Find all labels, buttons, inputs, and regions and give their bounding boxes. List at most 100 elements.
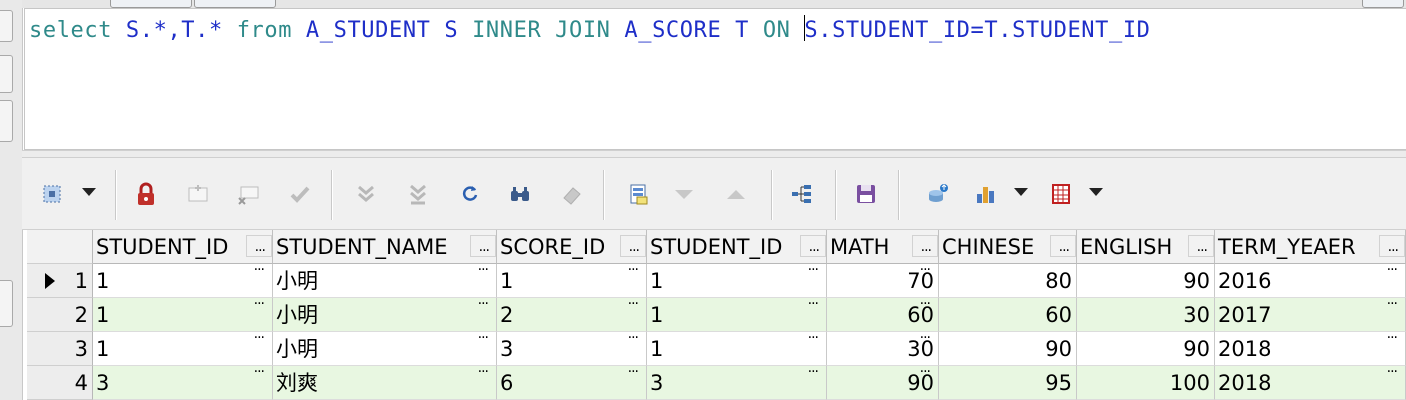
cell-ellipsis-button[interactable]: ... <box>920 332 931 344</box>
post-edits-icon[interactable] <box>286 180 314 208</box>
table-cell[interactable]: 小明... <box>273 332 497 366</box>
column-filter-button[interactable]: ... <box>1050 235 1076 257</box>
find-icon[interactable] <box>506 180 534 208</box>
table-cell[interactable]: 1... <box>647 298 827 332</box>
cell-ellipsis-button[interactable]: ... <box>478 298 489 310</box>
chevron-down-icon[interactable] <box>82 188 96 196</box>
table-cell[interactable]: 1... <box>93 264 273 298</box>
table-cell[interactable]: 60... <box>827 298 939 332</box>
table-cell[interactable]: 2018... <box>1215 366 1406 400</box>
table-cell[interactable]: 1... <box>93 332 273 366</box>
table-cell[interactable]: 30 <box>1077 298 1215 332</box>
table-cell[interactable]: 1... <box>93 298 273 332</box>
column-filter-button[interactable]: ... <box>246 235 272 257</box>
cell-ellipsis-button[interactable]: ... <box>628 264 639 276</box>
tab-partial[interactable] <box>194 0 276 8</box>
column-header[interactable]: STUDENT_ID... <box>647 230 827 264</box>
cell-ellipsis-button[interactable]: ... <box>254 298 265 310</box>
row-header[interactable]: 3 <box>27 332 93 366</box>
cell-ellipsis-button[interactable]: ... <box>628 366 639 378</box>
query-by-example-icon[interactable] <box>625 180 653 208</box>
column-filter-button[interactable]: ... <box>470 235 496 257</box>
table-cell[interactable]: 90... <box>827 366 939 400</box>
table-cell[interactable]: 6... <box>497 366 647 400</box>
chevron-down-icon[interactable] <box>1014 188 1028 196</box>
table-cell[interactable]: 30... <box>827 332 939 366</box>
cell-ellipsis-button[interactable]: ... <box>1387 298 1398 310</box>
column-filter-button[interactable]: ... <box>1188 235 1214 257</box>
grid-corner[interactable] <box>27 230 93 264</box>
cell-ellipsis-button[interactable]: ... <box>1387 366 1398 378</box>
sql-editor[interactable]: select S.*,T.* from A_STUDENT S INNER JO… <box>24 8 1406 150</box>
next-record-icon[interactable] <box>670 180 698 208</box>
cell-ellipsis-button[interactable]: ... <box>254 264 265 276</box>
cell-ellipsis-button[interactable]: ... <box>1387 264 1398 276</box>
table-cell[interactable]: 95 <box>939 366 1077 400</box>
table-cell[interactable]: 60 <box>939 298 1077 332</box>
refresh-icon[interactable] <box>456 180 484 208</box>
table-cell[interactable]: 刘爽... <box>273 366 497 400</box>
cell-ellipsis-button[interactable]: ... <box>628 298 639 310</box>
table-cell[interactable]: 100 <box>1077 366 1215 400</box>
table-cell[interactable]: 2018... <box>1215 332 1406 366</box>
table-cell[interactable]: 小明... <box>273 298 497 332</box>
table-cell[interactable]: 70... <box>827 264 939 298</box>
table-cell[interactable]: 2017... <box>1215 298 1406 332</box>
cell-ellipsis-button[interactable]: ... <box>254 332 265 344</box>
cell-ellipsis-button[interactable]: ... <box>1387 332 1398 344</box>
side-button[interactable] <box>0 55 13 93</box>
column-header[interactable]: STUDENT_ID... <box>93 230 273 264</box>
side-button[interactable] <box>0 100 13 142</box>
row-header[interactable]: 2 <box>27 298 93 332</box>
cell-ellipsis-button[interactable]: ... <box>628 332 639 344</box>
column-header[interactable]: ENGLISH... <box>1077 230 1215 264</box>
table-cell[interactable]: 小明... <box>273 264 497 298</box>
tree-view-icon[interactable] <box>788 180 816 208</box>
cell-ellipsis-button[interactable]: ... <box>478 332 489 344</box>
chart-icon[interactable] <box>972 180 1000 208</box>
previous-record-icon[interactable] <box>722 180 750 208</box>
grid-options-icon[interactable] <box>1047 180 1075 208</box>
cell-ellipsis-button[interactable]: ... <box>808 332 819 344</box>
column-header[interactable]: CHINESE... <box>939 230 1077 264</box>
column-header[interactable]: SCORE_ID... <box>497 230 647 264</box>
first-record-icon[interactable] <box>352 180 380 208</box>
side-button[interactable] <box>0 280 13 327</box>
column-header[interactable]: TERM_YEAER... <box>1215 230 1406 264</box>
cell-ellipsis-button[interactable]: ... <box>478 366 489 378</box>
chevron-down-icon[interactable] <box>1089 188 1103 196</box>
column-header[interactable]: MATH... <box>827 230 939 264</box>
table-cell[interactable]: 90 <box>1077 264 1215 298</box>
table-cell[interactable]: 3... <box>647 366 827 400</box>
cell-ellipsis-button[interactable]: ... <box>808 366 819 378</box>
export-icon[interactable] <box>924 180 952 208</box>
clear-icon[interactable] <box>558 180 586 208</box>
delete-record-icon[interactable] <box>234 180 262 208</box>
cell-ellipsis-button[interactable]: ... <box>920 264 931 276</box>
column-header[interactable]: STUDENT_NAME... <box>273 230 497 264</box>
side-button[interactable] <box>0 10 13 42</box>
table-cell[interactable]: 1... <box>647 332 827 366</box>
table-cell[interactable]: 90 <box>939 332 1077 366</box>
cell-ellipsis-button[interactable]: ... <box>808 264 819 276</box>
tab-partial[interactable] <box>110 0 192 8</box>
table-cell[interactable]: 3... <box>93 366 273 400</box>
cell-ellipsis-button[interactable]: ... <box>478 264 489 276</box>
column-filter-button[interactable]: ... <box>1379 235 1405 257</box>
column-filter-button[interactable]: ... <box>620 235 646 257</box>
table-cell[interactable]: 3... <box>497 332 647 366</box>
table-cell[interactable]: 90 <box>1077 332 1215 366</box>
save-icon[interactable] <box>852 180 880 208</box>
row-header[interactable]: 1 <box>27 264 93 298</box>
lock-icon[interactable] <box>132 180 160 208</box>
table-cell[interactable]: 80 <box>939 264 1077 298</box>
row-header[interactable]: 4 <box>27 366 93 400</box>
pane-splitter[interactable] <box>22 150 1406 158</box>
cell-ellipsis-button[interactable]: ... <box>808 298 819 310</box>
tab-partial[interactable] <box>1362 0 1404 8</box>
column-filter-button[interactable]: ... <box>800 235 826 257</box>
table-cell[interactable]: 1... <box>497 264 647 298</box>
table-cell[interactable]: 1... <box>647 264 827 298</box>
cell-ellipsis-button[interactable]: ... <box>254 366 265 378</box>
insert-record-icon[interactable] <box>184 180 212 208</box>
